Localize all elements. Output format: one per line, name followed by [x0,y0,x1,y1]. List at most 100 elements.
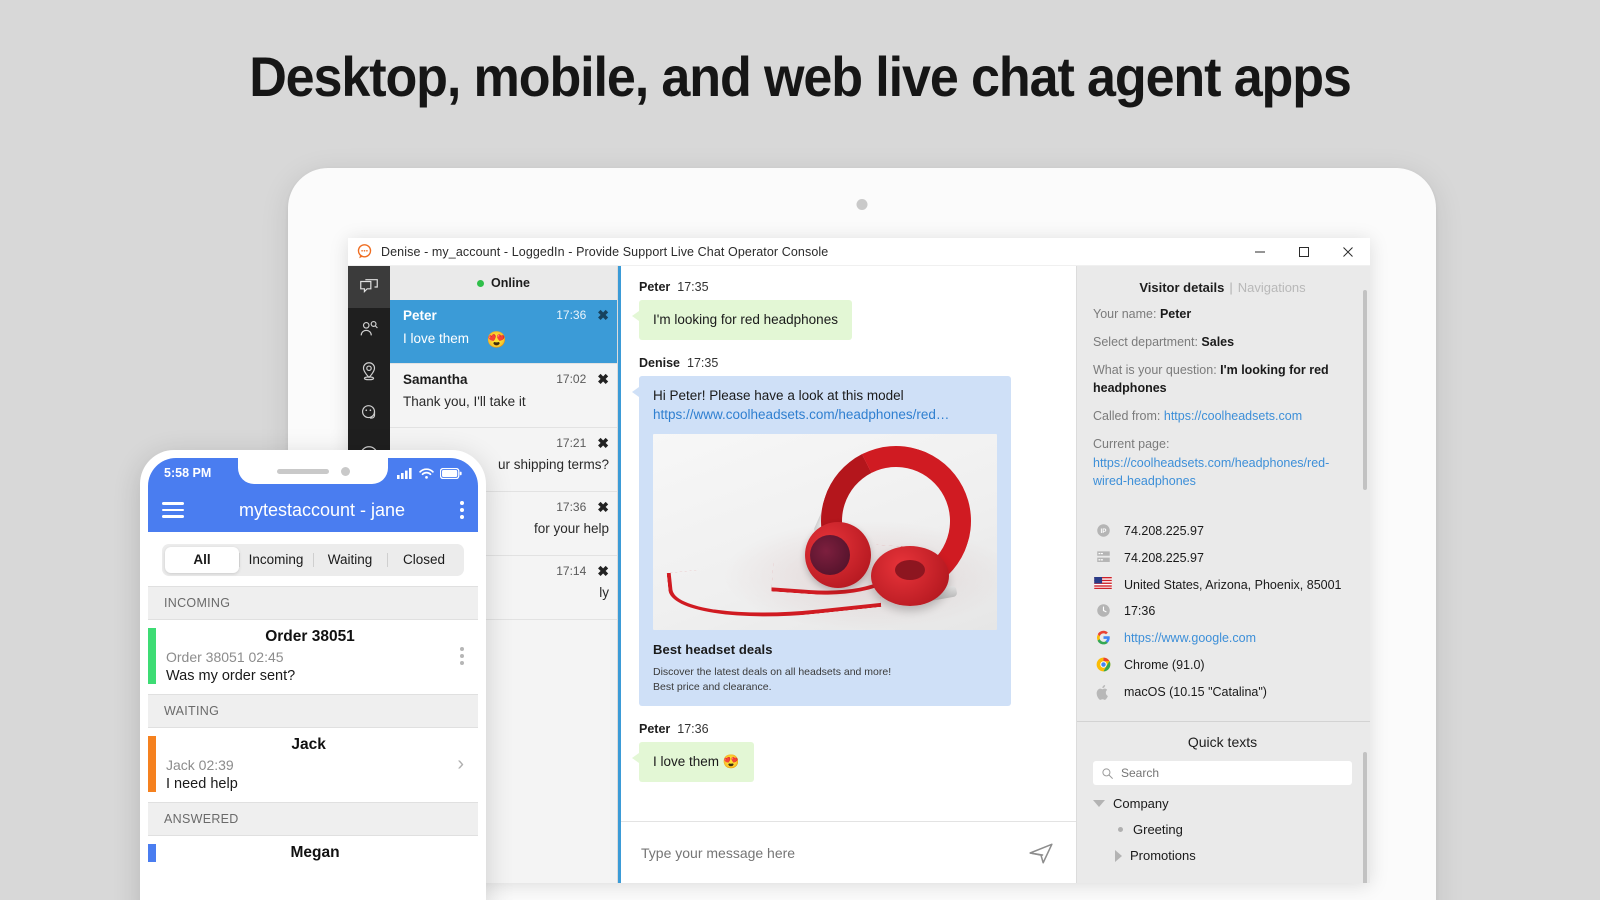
message-link[interactable]: https://www.coolheadsets.com/headphones/… [653,405,997,425]
chevron-right-icon[interactable] [1115,849,1122,862]
mobile-status-bar: 5:58 PM [148,458,478,488]
tab-all[interactable]: All [165,547,239,573]
detail-link[interactable]: https://coolheadsets.com/headphones/red-… [1093,456,1329,489]
mobile-chat-row[interactable]: Order 38051 Order 38051 02:45 Was my ord… [148,620,478,694]
message-composer [621,821,1076,883]
window-title-text: Denise - my_account - LoggedIn - Provide… [381,244,829,259]
message-input[interactable] [641,844,1028,861]
quick-text-node-company[interactable]: Company [1093,796,1352,811]
message-group: Denise 17:35 Hi Peter! Please have a look… [632,356,1058,707]
row-overflow-button[interactable] [454,628,464,684]
chrome-icon [1093,656,1113,672]
link-card-line2: Best price and clearance. [653,681,772,694]
message-time: 17:36 [677,722,709,737]
mobile-chat-name: Megan [290,844,340,861]
chat-list-item-message: I love them [403,331,470,346]
visitor-details-section: Visitor details | Navigations Your name: P… [1077,266,1370,510]
detail-label: Called from: [1093,409,1161,423]
detail-label: Select department: [1093,334,1198,349]
google-icon [1093,629,1113,645]
details-tabs: Visitor details | Navigations [1093,280,1352,295]
rail-item-chats[interactable] [348,266,390,308]
message-text: I love them [653,754,720,770]
detail-value: Peter [1159,307,1192,321]
tab-visitor-details[interactable]: Visitor details [1139,280,1224,295]
bullet-icon [1118,827,1123,833]
chat-list-item-time: 17:14 [556,564,587,578]
close-chat-icon[interactable]: ✖ [597,372,609,386]
tech-value: 74.208.225.97 [1124,524,1204,538]
page-title: Desktop, mobile, and web live chat agent… [249,45,1352,108]
detail-link[interactable]: https://coolheadsets.com [1164,409,1302,423]
chevron-right-icon[interactable]: › [457,753,464,776]
tab-navigations[interactable]: Navigations [1238,280,1306,295]
mobile-status-time: 5:58 PM [164,466,212,480]
quick-texts-search[interactable] [1093,761,1352,786]
close-chat-icon[interactable]: ✖ [597,500,609,514]
mobile-chat-row[interactable]: Megan [148,836,478,872]
maximize-button[interactable] [1282,238,1326,266]
tech-row: Chrome (91.0) [1093,656,1352,675]
close-chat-icon[interactable]: ✖ [597,308,609,322]
close-chat-icon[interactable]: ✖ [597,436,609,450]
chat-list-item[interactable]: Samantha 17:02 ✖ Thank you, I'll take it [390,364,617,428]
mobile-screen: 5:58 PM mytestaccount - jane All Incomin… [148,458,478,900]
tech-row: macOS (10.15 "Catalina") [1093,683,1352,702]
mobile-chat-name: Order 38051 [265,628,355,645]
chat-list-item-name: Peter [403,308,437,323]
mobile-chat-meta: Jack 02:39 [166,757,234,773]
details-scrollbar[interactable] [1363,290,1367,490]
detail-value: Sales [1201,334,1235,349]
detail-field: Current page: https://coolheadsets.com/h… [1093,435,1352,491]
message-header: Peter 17:35 [639,280,1058,294]
status-bar-waiting [148,736,156,792]
battery-icon [440,467,462,479]
screenshot-root: Desktop, mobile, and web live chat agent… [0,0,1600,900]
mobile-notch [238,458,388,484]
quick-texts-search-input[interactable] [1121,766,1344,781]
chat-list-item-time: 17:36 [556,308,587,322]
row-open-button[interactable]: › [451,736,464,792]
close-chat-icon[interactable]: ✖ [597,564,609,578]
tab-incoming[interactable]: Incoming [239,547,313,573]
message-author: Peter [639,722,671,737]
minimize-button[interactable] [1238,238,1282,266]
tech-link[interactable]: https://www.google.com [1124,629,1256,648]
quick-text-node-promotions[interactable]: Promotions [1093,848,1352,863]
chat-list-item[interactable]: Peter 17:36 ✖ I love them 😍 [390,300,617,364]
kebab-menu-icon[interactable] [460,498,464,522]
chat-list-item-name: Samantha [403,372,468,387]
mobile-chat-row[interactable]: Jack Jack 02:39 I need help › [148,728,478,802]
tab-waiting[interactable]: Waiting [313,547,387,573]
us-flag-icon [1093,576,1113,589]
tab-separator: | [1229,280,1233,295]
mobile-chat-name: Jack [291,736,326,753]
rail-item-locations[interactable] [348,350,390,392]
detail-field: Called from: https://coolheadsets.com [1093,407,1352,426]
message-text: Hi Peter! Please have a look at this mod… [653,387,904,403]
chevron-down-icon[interactable] [1093,800,1105,808]
detail-label: Current page: [1093,436,1170,451]
search-icon [1102,768,1113,779]
message-group: Peter 17:36 I love them 😍 [632,722,1058,782]
quick-text-node-label: Greeting [1133,822,1183,838]
send-icon[interactable] [1028,840,1054,866]
rail-item-visitors[interactable] [348,308,390,350]
detail-field: Your name: Peter [1093,305,1352,324]
kebab-menu-icon[interactable] [460,644,464,668]
tech-row: IP 74.208.225.97 [1093,522,1352,541]
close-button[interactable] [1326,238,1370,266]
mobile-chat-last-message: I need help [166,776,238,792]
mobile-account-title: mytestaccount - jane [238,499,406,520]
hamburger-icon[interactable] [162,498,184,522]
operator-status[interactable]: Online [390,266,617,300]
message-bubble: I'm looking for red headphones [632,300,852,340]
quick-text-node-greeting[interactable]: Greeting [1093,822,1352,837]
rail-item-operators[interactable] [348,392,390,434]
tab-closed[interactable]: Closed [387,547,461,573]
status-bar-incoming [148,628,156,684]
svg-text:IP: IP [1100,528,1106,535]
message-time: 17:35 [677,280,709,294]
front-camera-icon [340,466,350,476]
quick-texts-scrollbar[interactable] [1363,752,1367,883]
